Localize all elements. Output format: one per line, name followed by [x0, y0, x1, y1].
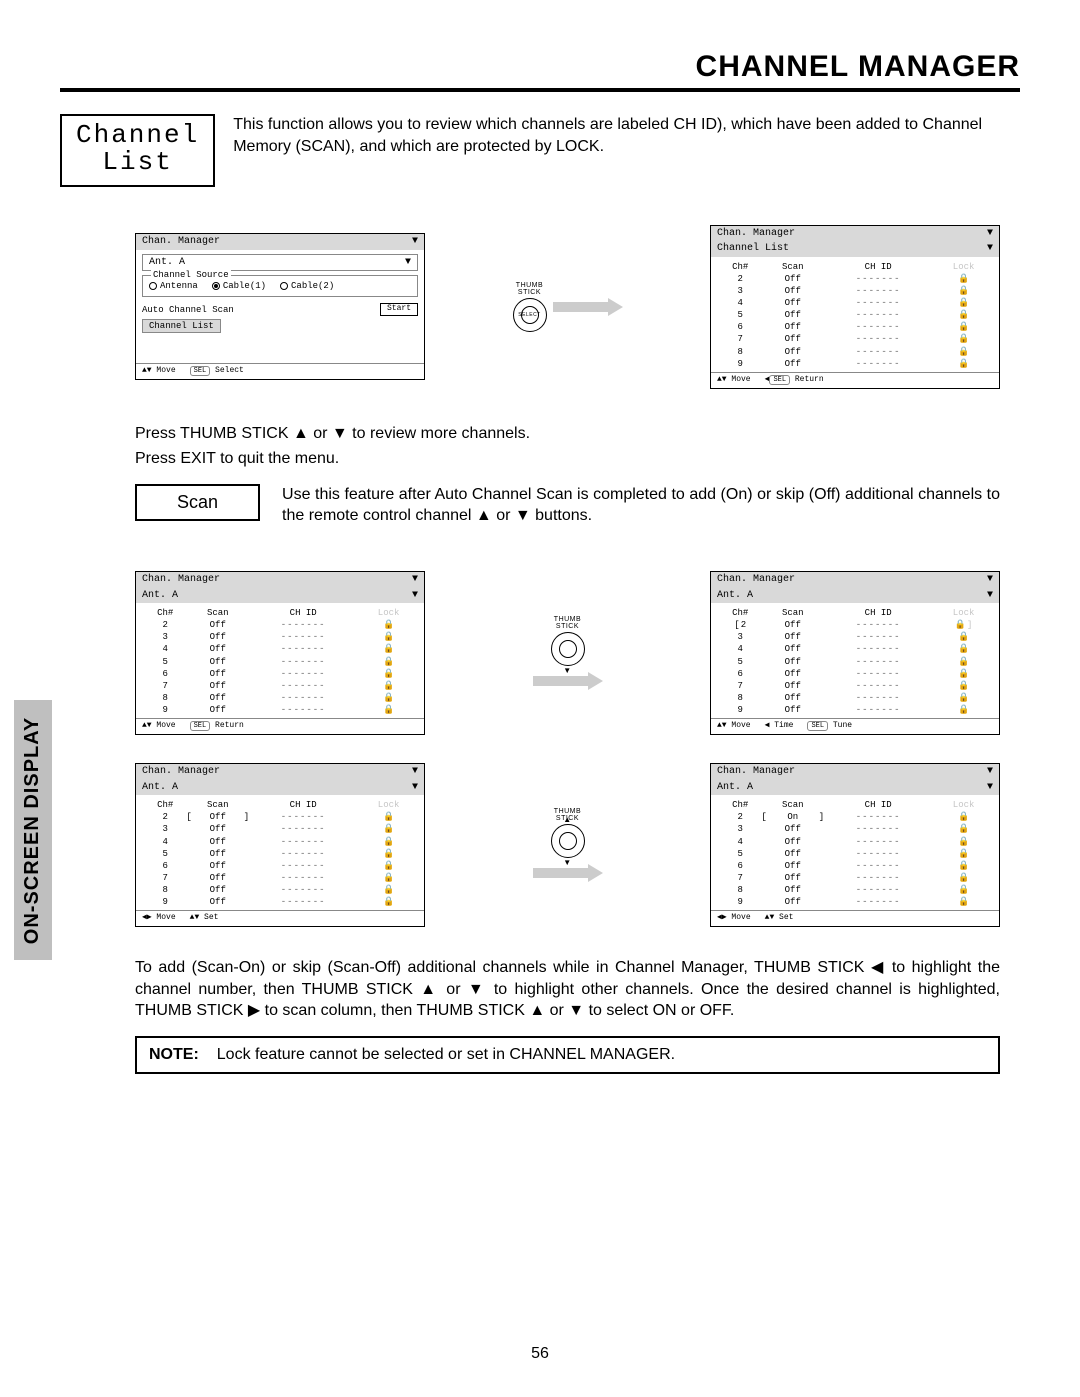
table-row: 6Off-------🔒	[717, 321, 993, 333]
radio-cable2: Cable(2)	[280, 280, 334, 292]
box-line2: List	[76, 149, 199, 176]
table-row: 5Off-------🔒	[142, 656, 418, 668]
channel-table: Ch#ScanCH IDLock2Off-------🔒3Off-------🔒…	[142, 607, 418, 716]
panel-scan-f: Chan. Manager▼Ant. A▼Ch#ScanCH IDLock2On…	[710, 763, 1000, 927]
table-row: 4Off-------🔒	[142, 643, 418, 655]
radio-antenna: Antenna	[149, 280, 198, 292]
table-row: 8Off-------🔒	[717, 692, 993, 704]
section-box-scan: Scan	[135, 484, 260, 521]
flow-arrow-right-icon	[553, 298, 623, 316]
table-row: 2Off-------🔒	[717, 273, 993, 285]
table-row: 7Off-------🔒	[142, 872, 418, 884]
channel-table: Ch#ScanCH IDLock2Off-------🔒3Off-------🔒…	[142, 799, 418, 908]
dropdown-arrow-icon: ▼	[405, 256, 411, 270]
table-row: 3Off-------🔒	[717, 285, 993, 297]
table-row: 7Off-------🔒	[717, 333, 993, 345]
arrow-up-icon: ▲	[563, 815, 571, 824]
table-row: 3Off-------🔒	[717, 823, 993, 835]
dropdown-arrow-icon: ▼	[412, 235, 418, 249]
panel-channel-list-table: Chan. Manager▼Channel List▼Ch#ScanCH IDL…	[710, 225, 1000, 389]
footer-move: Move	[156, 366, 175, 375]
note-label: NOTE:	[149, 1046, 199, 1063]
channel-table: Ch#ScanCH IDLock2On-------🔒3Off-------🔒4…	[717, 799, 993, 908]
scan-para: Use this feature after Auto Channel Scan…	[282, 484, 1000, 527]
table-row: 8Off-------🔒	[717, 884, 993, 896]
table-row: 5Off-------🔒	[717, 656, 993, 668]
channel-list-item-hl: Channel List	[142, 319, 221, 333]
arrow-down-icon: ▼	[563, 858, 571, 867]
sidebar-tab: ON-SCREEN DISPLAY	[14, 700, 52, 960]
table-row: 3Off-------🔒	[717, 631, 993, 643]
table-row: 2Off-------🔒	[142, 811, 418, 823]
table-row: 9Off-------🔒	[717, 704, 993, 716]
panel-chan-manager-source: Chan. Manager ▼ Ant. A ▼ Channel Source An…	[135, 233, 425, 380]
channel-table: Ch#ScanCH IDLock2Off-------🔒3Off-------🔒…	[717, 607, 993, 716]
page-title: CHANNEL MANAGER	[60, 50, 1020, 84]
thumb-stick-diagram: THUMBSTICK ▲▼	[551, 808, 585, 858]
arrow-down-icon: ▼	[563, 666, 571, 675]
table-row: 7Off-------🔒	[142, 680, 418, 692]
table-row: 8Off-------🔒	[142, 692, 418, 704]
title-rule	[60, 88, 1020, 92]
table-row: 2On-------🔒	[717, 811, 993, 823]
table-row: 8Off-------🔒	[717, 346, 993, 358]
thumb-stick-diagram: THUMBSTICK ▼	[551, 616, 585, 666]
table-row: 4Off-------🔒	[142, 836, 418, 848]
table-row: 6Off-------🔒	[717, 668, 993, 680]
table-row: 6Off-------🔒	[142, 668, 418, 680]
section-box-channel-list: Channel List	[60, 114, 215, 187]
table-row: 3Off-------🔒	[142, 631, 418, 643]
note-box: NOTE: Lock feature cannot be selected or …	[135, 1036, 1000, 1074]
table-row: 7Off-------🔒	[717, 680, 993, 692]
scan-instructions: To add (Scan-On) or skip (Scan-Off) addi…	[135, 957, 1000, 1022]
table-row: 5Off-------🔒	[717, 848, 993, 860]
table-row: 6Off-------🔒	[717, 860, 993, 872]
review-line2: Press EXIT to quit the menu.	[135, 448, 1000, 470]
note-text: Lock feature cannot be selected or set i…	[217, 1046, 675, 1063]
table-row: 9Off-------🔒	[717, 896, 993, 908]
start-button: Start	[380, 303, 418, 316]
table-row: 9Off-------🔒	[142, 704, 418, 716]
review-line1: Press THUMB STICK ▲ or ▼ to review more …	[135, 423, 1000, 445]
page-number: 56	[0, 1345, 1080, 1363]
sidebar-label: ON-SCREEN DISPLAY	[22, 716, 45, 943]
auto-scan-label: Auto Channel Scan	[142, 304, 234, 316]
box-line1: Channel	[76, 122, 199, 149]
table-row: 6Off-------🔒	[142, 860, 418, 872]
updown-icon: ▲▼	[142, 366, 152, 375]
radio-cable1: Cable(1)	[212, 280, 266, 292]
panel-scan-d: Chan. Manager▼Ant. A▼Ch#ScanCH IDLock2Of…	[710, 571, 1000, 735]
ant-label: Ant. A	[149, 256, 185, 270]
table-row: 4Off-------🔒	[717, 836, 993, 848]
table-row: 4Off-------🔒	[717, 297, 993, 309]
table-row: 4Off-------🔒	[717, 643, 993, 655]
table-row: 2Off-------🔒	[717, 619, 993, 631]
thumb-stick-diagram: THUMBSTICK SELECT	[513, 282, 547, 332]
panel-title: Chan. Manager	[142, 235, 220, 249]
channel-table: Ch#ScanCH IDLock2Off-------🔒3Off-------🔒…	[717, 261, 993, 370]
panel-scan-e: Chan. Manager▼Ant. A▼Ch#ScanCH IDLock2Of…	[135, 763, 425, 927]
intro-text: This function allows you to review which…	[233, 114, 1020, 157]
table-row: 8Off-------🔒	[142, 884, 418, 896]
sel-key-icon: SEL	[190, 366, 211, 376]
table-row: 5Off-------🔒	[717, 309, 993, 321]
table-row: 9Off-------🔒	[717, 358, 993, 370]
table-row: 3Off-------🔒	[142, 823, 418, 835]
thumb-select-icon: SELECT	[521, 306, 539, 324]
table-row: 7Off-------🔒	[717, 872, 993, 884]
panel-scan-c: Chan. Manager▼Ant. A▼Ch#ScanCH IDLock2Of…	[135, 571, 425, 735]
table-row: 2Off-------🔒	[142, 619, 418, 631]
table-row: 5Off-------🔒	[142, 848, 418, 860]
table-row: 9Off-------🔒	[142, 896, 418, 908]
footer-select: Select	[215, 366, 244, 375]
fieldset-legend: Channel Source	[151, 269, 231, 281]
